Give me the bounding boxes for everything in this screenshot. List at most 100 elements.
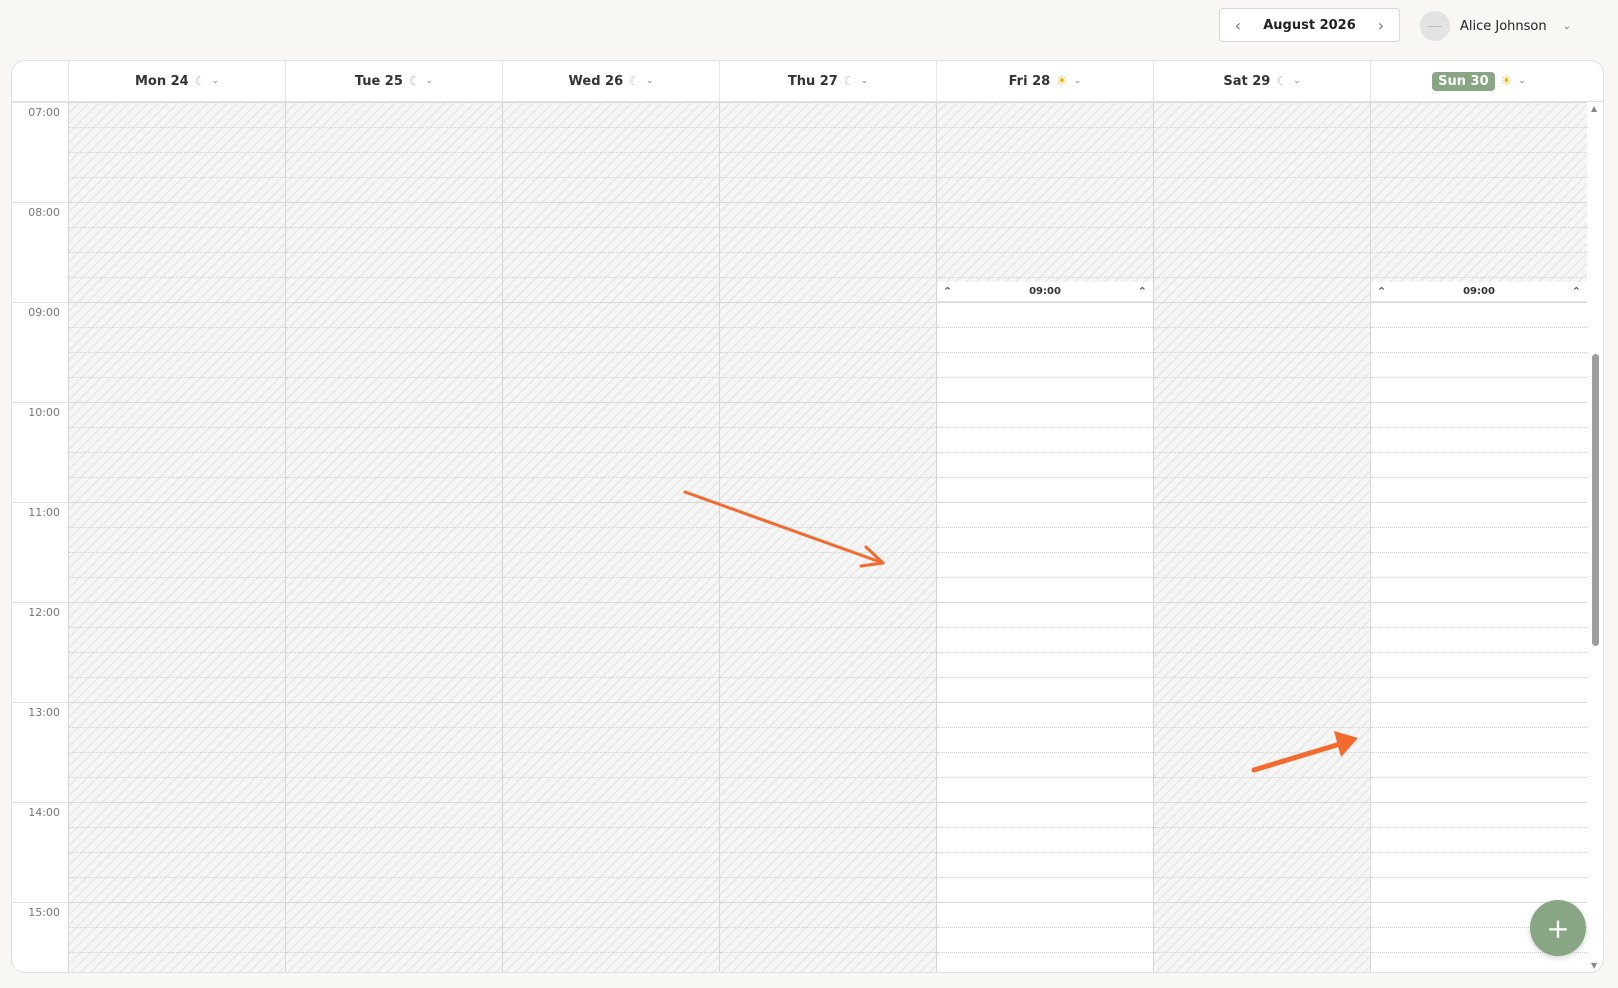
chevron-down-icon[interactable]: ⌄ — [1518, 76, 1526, 86]
day-header-2[interactable]: Wed 26 ☾ ⌄ — [502, 61, 719, 101]
quarter-line — [720, 127, 936, 128]
day-column-6[interactable]: ⌃ 09:00 ⌃ — [1370, 102, 1587, 972]
vertical-scrollbar[interactable]: ▲ ▼ — [1588, 102, 1602, 972]
quarter-line — [69, 277, 285, 278]
day-column-3[interactable] — [719, 102, 936, 972]
add-event-button[interactable]: + — [1530, 900, 1586, 956]
quarter-line — [286, 852, 502, 853]
quarter-line — [1154, 177, 1370, 178]
quarter-line — [720, 352, 936, 353]
hour-line — [720, 702, 936, 703]
hour-line — [1154, 802, 1370, 803]
quarter-line — [1371, 177, 1587, 178]
day-column-2[interactable] — [502, 102, 719, 972]
day-column-4[interactable]: ⌃ 09:00 ⌃ — [936, 102, 1153, 972]
quarter-line — [1371, 452, 1587, 453]
quarter-line — [720, 277, 936, 278]
scrollbar-thumb[interactable] — [1592, 354, 1599, 646]
hour-line — [69, 102, 285, 103]
time-label: 12:00 — [28, 606, 60, 619]
sun-icon: ☀ — [1056, 73, 1068, 89]
gutter-hour-line — [12, 902, 68, 903]
day-column-5[interactable] — [1153, 102, 1370, 972]
quarter-line — [503, 677, 719, 678]
quarter-line — [720, 177, 936, 178]
chevron-right-icon[interactable]: › — [1373, 16, 1389, 35]
quarter-line — [503, 852, 719, 853]
quarter-line — [69, 627, 285, 628]
day-column-1[interactable] — [285, 102, 502, 972]
chevron-up-icon[interactable]: ⌃ — [1377, 285, 1386, 298]
quarter-line — [720, 652, 936, 653]
unavailable-area — [1154, 102, 1370, 972]
quarter-line — [1371, 327, 1587, 328]
quarter-line — [286, 177, 502, 178]
scroll-down-icon[interactable]: ▼ — [1591, 961, 1597, 970]
day-header-1[interactable]: Tue 25 ☾ ⌄ — [285, 61, 502, 101]
user-menu[interactable]: Alice Johnson ⌄ — [1420, 10, 1571, 42]
day-column-0[interactable] — [68, 102, 285, 972]
chevron-left-icon[interactable]: ‹ — [1230, 16, 1246, 35]
chevron-up-icon[interactable]: ⌃ — [1138, 285, 1147, 298]
quarter-line — [937, 752, 1153, 753]
hour-line — [720, 102, 936, 103]
chevron-down-icon[interactable]: ⌄ — [1074, 76, 1082, 86]
chevron-up-icon[interactable]: ⌃ — [943, 285, 952, 298]
chevron-down-icon[interactable]: ⌄ — [426, 76, 434, 86]
quarter-line — [1154, 777, 1370, 778]
moon-icon: ☾ — [408, 74, 420, 88]
time-label: 09:00 — [28, 306, 60, 319]
quarter-line — [503, 827, 719, 828]
gutter-hour-line — [12, 602, 68, 603]
chevron-up-icon[interactable]: ⌃ — [1572, 285, 1581, 298]
quarter-line — [503, 127, 719, 128]
quarter-line — [937, 827, 1153, 828]
quarter-line — [69, 752, 285, 753]
hour-line — [286, 602, 502, 603]
quarter-line — [286, 752, 502, 753]
gutter-hour-line — [12, 402, 68, 403]
chevron-down-icon[interactable]: ⌄ — [1293, 76, 1301, 86]
quarter-line — [69, 477, 285, 478]
gutter-hour-line — [12, 702, 68, 703]
day-header-4[interactable]: Fri 28 ☀ ⌄ — [936, 61, 1153, 101]
quarter-line — [937, 627, 1153, 628]
day-header-0[interactable]: Mon 24 ☾ ⌄ — [68, 61, 285, 101]
quarter-line — [1154, 252, 1370, 253]
quarter-line — [1371, 152, 1587, 153]
quarter-line — [937, 352, 1153, 353]
hour-line — [1154, 702, 1370, 703]
hour-line — [1154, 302, 1370, 303]
scroll-up-icon[interactable]: ▲ — [1591, 104, 1597, 113]
quarter-line — [69, 427, 285, 428]
quarter-line — [937, 877, 1153, 878]
quarter-line — [937, 552, 1153, 553]
quarter-line — [1371, 227, 1587, 228]
time-label: 14:00 — [28, 806, 60, 819]
quarter-line — [286, 527, 502, 528]
hour-line — [1154, 102, 1370, 103]
quarter-line — [937, 452, 1153, 453]
chevron-down-icon[interactable]: ⌄ — [211, 76, 219, 86]
quarter-line — [937, 852, 1153, 853]
quarter-line — [503, 327, 719, 328]
hour-line — [720, 902, 936, 903]
hour-line — [1371, 302, 1587, 303]
quarter-line — [1154, 377, 1370, 378]
quarter-line — [69, 452, 285, 453]
hour-line — [720, 602, 936, 603]
hour-line — [1371, 802, 1587, 803]
quarter-line — [503, 877, 719, 878]
day-header-3[interactable]: Thu 27 ☾ ⌄ — [719, 61, 936, 101]
chevron-down-icon[interactable]: ⌄ — [861, 76, 869, 86]
day-header-5[interactable]: Sat 29 ☾ ⌄ — [1153, 61, 1370, 101]
availability-start-time: 09:00 — [1029, 286, 1061, 297]
quarter-line — [1154, 477, 1370, 478]
hour-line — [503, 302, 719, 303]
quarter-line — [720, 952, 936, 953]
day-header-6[interactable]: Sun 30 ☀ ⌄ — [1370, 61, 1587, 101]
quarter-line — [286, 927, 502, 928]
hour-line — [937, 702, 1153, 703]
chevron-down-icon[interactable]: ⌄ — [646, 76, 654, 86]
unavailable-area — [286, 102, 502, 972]
